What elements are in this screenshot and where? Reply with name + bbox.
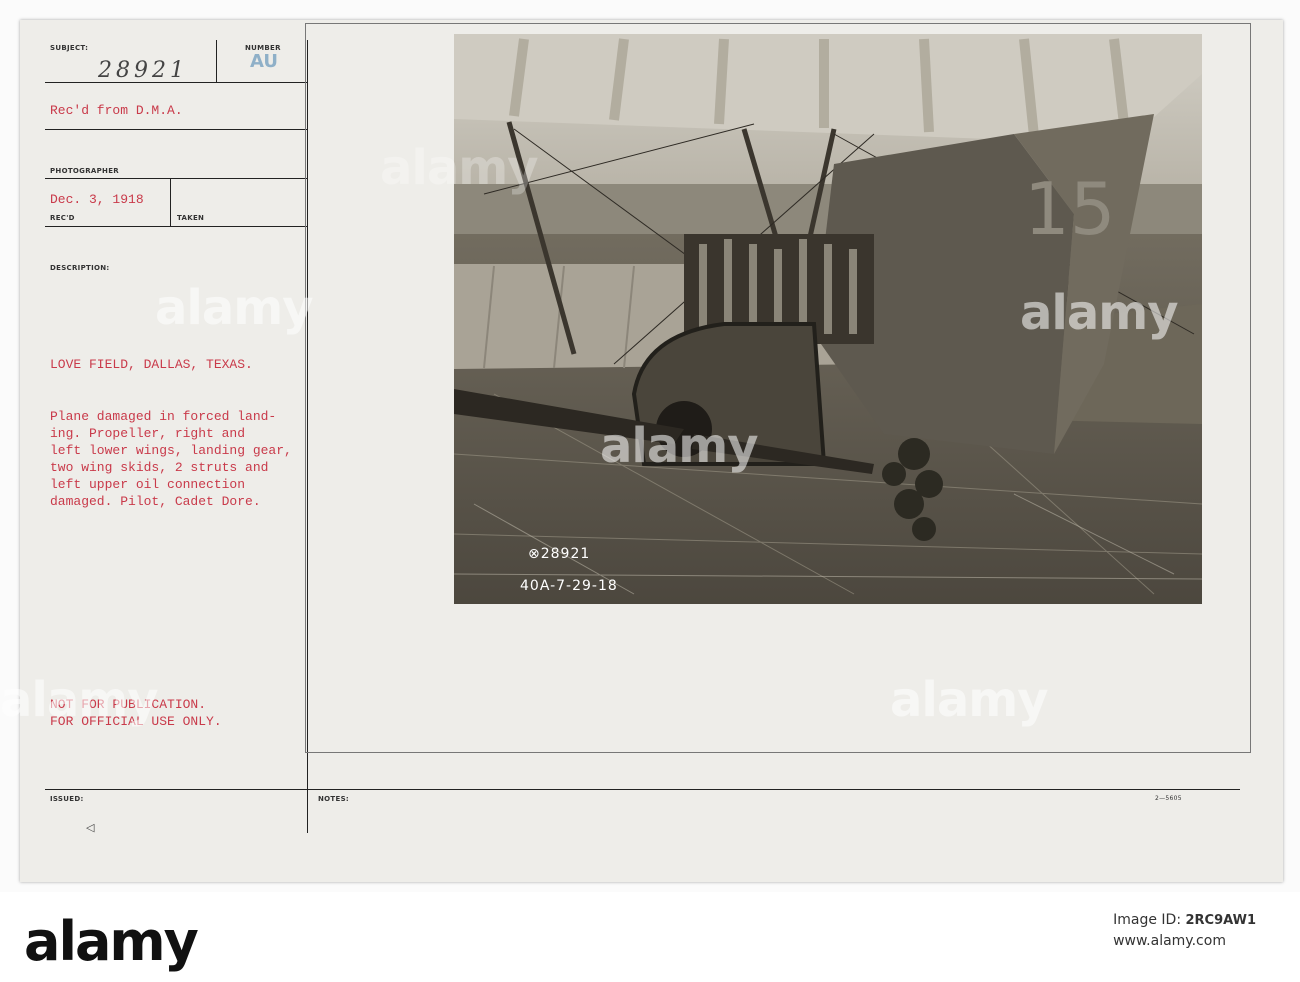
image-id: 2RC9AW1	[1185, 913, 1256, 928]
subject-number: 28921	[98, 58, 188, 83]
footer-url[interactable]: www.alamy.com	[1113, 931, 1256, 951]
location-line: LOVE FIELD, DALLAS, TEXAS.	[50, 357, 253, 372]
photographer-label: PHOTOGRAPHER	[50, 167, 119, 175]
rule-under-received	[45, 129, 307, 130]
photo-caption-code: 40A-7-29-18	[520, 578, 618, 594]
photo-caption-number: ⊗28921	[528, 546, 591, 562]
notes-label: NOTES:	[318, 795, 350, 803]
footer-logo[interactable]: alamy	[24, 910, 199, 973]
description-line: two wing skids, 2 struts and	[50, 460, 269, 475]
subject-label: SUBJECT:	[50, 44, 89, 52]
recd-label: REC'D	[50, 214, 75, 222]
subject-number-divider	[216, 40, 217, 82]
rule-under-dates	[45, 226, 307, 227]
form-code: 2—5605	[1155, 795, 1182, 802]
issued-label: ISSUED:	[50, 795, 84, 803]
description-line: damaged. Pilot, Cadet Dore.	[50, 494, 261, 509]
watermark: alamy	[155, 280, 314, 336]
description-line: Plane damaged in forced land-	[50, 409, 277, 424]
footer-image-info: Image ID: 2RC9AW1 www.alamy.com	[1113, 910, 1256, 951]
description-label: DESCRIPTION:	[50, 264, 110, 272]
description-line: ing. Propeller, right and	[50, 426, 246, 441]
watermark: alamy	[600, 418, 759, 474]
watermark: alamy	[380, 140, 539, 196]
number-stamp: AU	[250, 51, 278, 72]
watermark: alamy	[890, 672, 1049, 728]
description-line: left lower wings, landing gear,	[50, 443, 292, 458]
triangle-icon: ◁	[86, 821, 95, 834]
received-from: Rec'd from D.M.A.	[50, 103, 183, 118]
fuselage-number: 15	[1024, 167, 1116, 251]
rule-under-photographer	[45, 178, 307, 179]
watermark: alamy	[0, 672, 159, 728]
date-received: Dec. 3, 1918	[50, 192, 144, 207]
watermark: alamy	[1020, 285, 1179, 341]
rule-above-issued	[45, 789, 1240, 790]
taken-label: TAKEN	[177, 214, 205, 222]
description-line: left upper oil connection	[50, 477, 246, 492]
recd-taken-divider	[170, 178, 171, 226]
image-id-label: Image ID:	[1113, 912, 1182, 928]
